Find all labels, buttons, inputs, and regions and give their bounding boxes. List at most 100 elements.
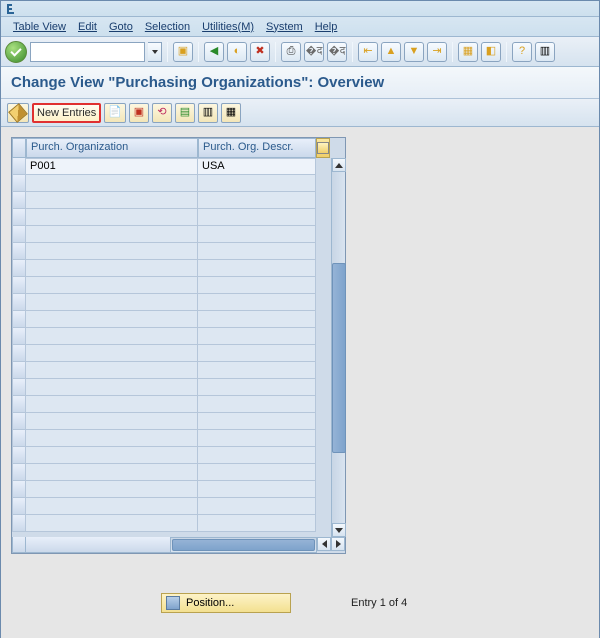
header-select-all[interactable] (12, 138, 26, 158)
cell-desc[interactable] (198, 243, 316, 260)
row-selector[interactable] (12, 345, 26, 362)
table-settings-button[interactable] (316, 138, 330, 158)
cell-org[interactable] (26, 328, 198, 345)
menu-utilities[interactable]: Utilities(M) (202, 21, 254, 33)
command-field[interactable] (30, 42, 145, 62)
save-button[interactable]: ▣ (173, 42, 193, 62)
row-selector[interactable] (12, 481, 26, 498)
command-dropdown[interactable] (148, 42, 162, 62)
delete-button[interactable]: ▣ (129, 103, 149, 123)
row-selector[interactable] (12, 175, 26, 192)
cell-desc[interactable] (198, 498, 316, 515)
cell-org[interactable] (26, 294, 198, 311)
prev-page-button[interactable]: ▲ (381, 42, 401, 62)
cell-org[interactable] (26, 430, 198, 447)
cell-org[interactable] (26, 515, 198, 532)
row-selector[interactable] (12, 498, 26, 515)
cell-desc[interactable] (198, 175, 316, 192)
cell-desc[interactable] (198, 209, 316, 226)
cell-org[interactable] (26, 345, 198, 362)
row-selector[interactable] (12, 396, 26, 413)
cell-org[interactable] (26, 447, 198, 464)
scroll-up-button[interactable] (332, 158, 346, 172)
cell-org[interactable] (26, 464, 198, 481)
cell-desc[interactable] (198, 294, 316, 311)
row-selector[interactable] (12, 192, 26, 209)
print-button[interactable]: ⎙ (281, 42, 301, 62)
row-selector[interactable] (12, 243, 26, 260)
cell-desc[interactable] (198, 362, 316, 379)
first-page-button[interactable]: ⇤ (358, 42, 378, 62)
row-selector[interactable] (12, 158, 26, 175)
cell-org[interactable] (26, 379, 198, 396)
find-next-button[interactable]: �द (327, 42, 347, 62)
cell-org[interactable] (26, 209, 198, 226)
row-selector[interactable] (12, 294, 26, 311)
row-selector[interactable] (12, 311, 26, 328)
cell-desc[interactable] (198, 277, 316, 294)
cell-desc[interactable] (198, 464, 316, 481)
cell-org[interactable] (26, 498, 198, 515)
row-selector[interactable] (12, 277, 26, 294)
cell-desc[interactable] (198, 447, 316, 464)
copy-button[interactable]: 📄 (104, 103, 126, 123)
new-entries-button[interactable]: New Entries (32, 103, 101, 123)
cell-org[interactable] (26, 243, 198, 260)
row-selector[interactable] (12, 260, 26, 277)
select-all-button[interactable]: ▤ (175, 103, 195, 123)
menu-goto[interactable]: Goto (109, 21, 133, 33)
row-selector[interactable] (12, 328, 26, 345)
column-header-desc[interactable]: Purch. Org. Descr. (198, 138, 316, 158)
change-button[interactable] (7, 103, 29, 123)
row-selector[interactable] (12, 226, 26, 243)
horizontal-scrollbar[interactable] (170, 537, 317, 553)
menu-table-view[interactable]: Table View (13, 21, 66, 33)
row-selector[interactable] (12, 379, 26, 396)
cell-desc[interactable] (198, 345, 316, 362)
cell-org[interactable] (26, 481, 198, 498)
row-selector[interactable] (12, 413, 26, 430)
back-button[interactable]: ◀ (204, 42, 224, 62)
row-selector[interactable] (12, 447, 26, 464)
cancel-button[interactable]: ✖ (250, 42, 270, 62)
last-page-button[interactable]: ⇥ (427, 42, 447, 62)
new-session-button[interactable]: ▦ (458, 42, 478, 62)
cell-org[interactable] (26, 396, 198, 413)
undo-button[interactable]: ⟲ (152, 103, 172, 123)
cell-org[interactable] (26, 277, 198, 294)
layout-button[interactable]: ▥ (535, 42, 555, 62)
print-app-button[interactable]: ▦ (221, 103, 241, 123)
cell-desc[interactable] (198, 226, 316, 243)
row-selector[interactable] (12, 464, 26, 481)
shortcut-button[interactable]: ◧ (481, 42, 501, 62)
cell-org[interactable]: P001 (26, 158, 198, 175)
cell-desc[interactable] (198, 481, 316, 498)
session-icon[interactable] (5, 2, 19, 16)
cell-org[interactable] (26, 311, 198, 328)
cell-desc[interactable] (198, 379, 316, 396)
cell-org[interactable] (26, 413, 198, 430)
vertical-scrollbar[interactable] (331, 158, 345, 537)
cell-org[interactable] (26, 192, 198, 209)
cell-org[interactable] (26, 362, 198, 379)
scroll-thumb[interactable] (332, 263, 346, 453)
cell-org[interactable] (26, 226, 198, 243)
find-button[interactable]: �द (304, 42, 324, 62)
scroll-left-button[interactable] (317, 537, 331, 551)
deselect-all-button[interactable]: ▥ (198, 103, 218, 123)
cell-desc[interactable]: USA (198, 158, 316, 175)
row-selector[interactable] (12, 430, 26, 447)
hscroll-thumb[interactable] (172, 539, 315, 551)
cell-org[interactable] (26, 260, 198, 277)
menu-help[interactable]: Help (315, 21, 338, 33)
scroll-right-button[interactable] (331, 537, 345, 551)
position-button[interactable]: Position... (161, 593, 291, 613)
next-page-button[interactable]: ▼ (404, 42, 424, 62)
row-selector[interactable] (12, 209, 26, 226)
cell-desc[interactable] (198, 515, 316, 532)
help-button[interactable]: ? (512, 42, 532, 62)
cell-desc[interactable] (198, 328, 316, 345)
menu-selection[interactable]: Selection (145, 21, 190, 33)
cell-desc[interactable] (198, 396, 316, 413)
menu-system[interactable]: System (266, 21, 303, 33)
